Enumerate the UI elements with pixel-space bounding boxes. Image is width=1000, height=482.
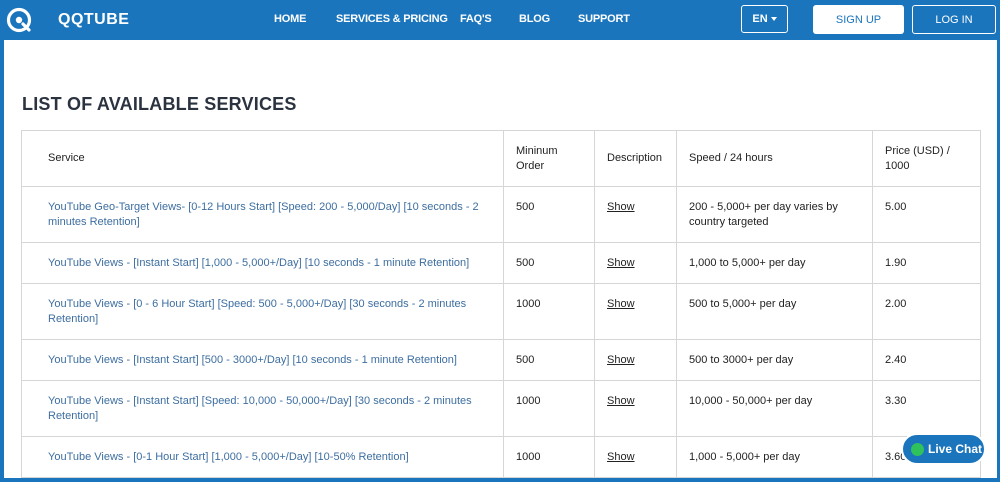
table-header-row: Service Mininum Order Description Speed …	[21, 130, 981, 187]
min-order-value: 1000	[516, 451, 541, 463]
language-value: EN	[752, 13, 768, 25]
speed-value: 200 - 5,000+ per day varies by country t…	[689, 201, 838, 228]
service-link[interactable]: YouTube Views - [0-1 Hour Start] [1,000 …	[48, 451, 409, 463]
min-order-value: 1000	[516, 298, 541, 310]
description-show-link[interactable]: Show	[607, 451, 635, 463]
description-show-link[interactable]: Show	[607, 395, 635, 407]
speed-value: 10,000 - 50,000+ per day	[689, 395, 813, 407]
nav-blog[interactable]: BLOG	[519, 13, 550, 25]
live-chat-button[interactable]: Live Chat	[901, 433, 986, 465]
language-select[interactable]: EN	[741, 5, 788, 33]
speed-value: 500 to 3000+ per day	[689, 354, 794, 366]
services-table: Service Mininum Order Description Speed …	[21, 130, 981, 478]
service-link[interactable]: YouTube Views - [0 - 6 Hour Start] [Spee…	[48, 298, 466, 325]
signup-button[interactable]: SIGN UP	[813, 5, 904, 34]
login-button[interactable]: LOG IN	[912, 5, 996, 34]
top-navigation-bar: QQTUBE HOME SERVICES & PRICING FAQ'S BLO…	[0, 0, 1000, 40]
online-status-icon	[911, 442, 924, 456]
header-service: Service	[21, 130, 504, 187]
header-price: Price (USD) / 1000	[872, 130, 981, 187]
nav-support[interactable]: SUPPORT	[578, 13, 630, 25]
price-value: 2.40	[885, 354, 907, 366]
service-link[interactable]: YouTube Views - [Instant Start] [Speed: …	[48, 395, 472, 422]
speed-value: 1,000 to 5,000+ per day	[689, 257, 806, 269]
nav-home[interactable]: HOME	[274, 13, 306, 25]
header-minimum-order: Mininum Order	[503, 130, 595, 187]
nav-services-pricing[interactable]: SERVICES & PRICING	[336, 13, 448, 25]
min-order-value: 500	[516, 201, 535, 213]
page-title: LIST OF AVAILABLE SERVICES	[22, 94, 297, 114]
description-show-link[interactable]: Show	[607, 354, 635, 366]
caret-down-icon	[770, 17, 777, 21]
speed-value: 1,000 - 5,000+ per day	[689, 451, 800, 463]
table-row: YouTube Views - [Instant Start] [500 - 3…	[21, 339, 981, 381]
price-value: 2.00	[885, 298, 907, 310]
table-row: YouTube Views - [Instant Start] [Speed: …	[21, 380, 981, 437]
min-order-value: 1000	[516, 395, 541, 407]
table-row: YouTube Geo-Target Views- [0-12 Hours St…	[21, 186, 981, 243]
live-chat-label: Live Chat	[928, 442, 983, 456]
price-value: 5.00	[885, 201, 907, 213]
main-content: LIST OF AVAILABLE SERVICES Service Minin…	[4, 40, 997, 478]
speed-value: 500 to 5,000+ per day	[689, 298, 797, 310]
min-order-value: 500	[516, 354, 535, 366]
header-speed: Speed / 24 hours	[676, 130, 873, 187]
table-row: YouTube Views - [0 - 6 Hour Start] [Spee…	[21, 283, 981, 340]
service-link[interactable]: YouTube Views - [Instant Start] [1,000 -…	[48, 257, 469, 269]
service-link[interactable]: YouTube Geo-Target Views- [0-12 Hours St…	[48, 201, 479, 228]
service-link[interactable]: YouTube Views - [Instant Start] [500 - 3…	[48, 354, 457, 366]
description-show-link[interactable]: Show	[607, 201, 635, 213]
table-row: YouTube Views - [Instant Start] [1,000 -…	[21, 242, 981, 284]
min-order-value: 500	[516, 257, 535, 269]
price-value: 3.30	[885, 395, 907, 407]
qq-logo-icon[interactable]	[6, 7, 32, 33]
brand-name[interactable]: QQTUBE	[58, 11, 129, 29]
description-show-link[interactable]: Show	[607, 298, 635, 310]
table-row: YouTube Views - [0-1 Hour Start] [1,000 …	[21, 436, 981, 478]
nav-faqs[interactable]: FAQ'S	[460, 13, 492, 25]
header-description: Description	[594, 130, 677, 187]
description-show-link[interactable]: Show	[607, 257, 635, 269]
price-value: 1.90	[885, 257, 907, 269]
